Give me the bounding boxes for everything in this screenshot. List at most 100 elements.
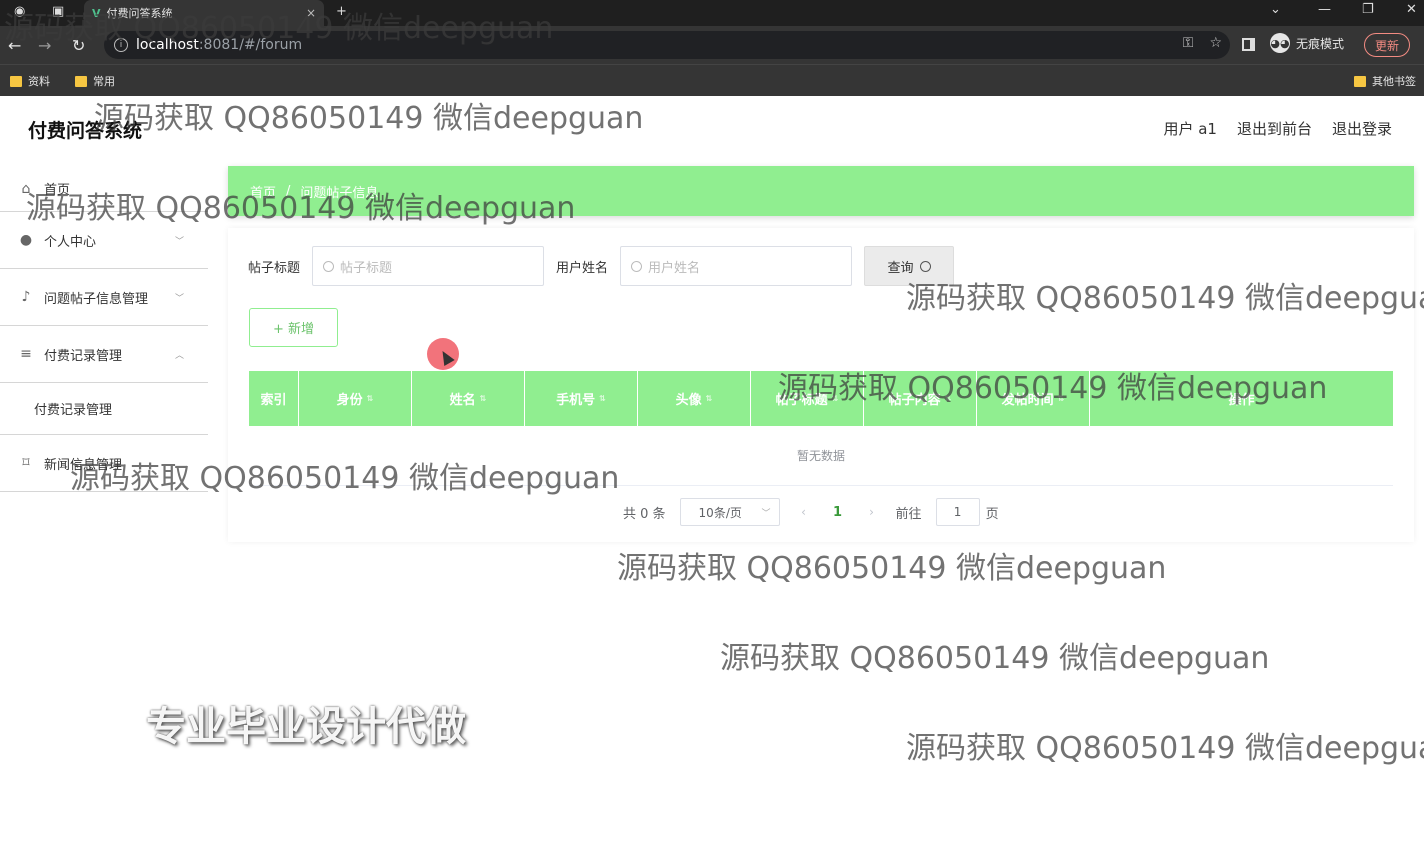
column-header-post-title[interactable]: 帖子标题 ⇅ [751, 371, 864, 426]
logout-link[interactable]: 退出登录 [1332, 118, 1392, 139]
side-panel-icon[interactable] [1242, 38, 1255, 51]
crop-icon: ⌑ [22, 455, 30, 471]
sort-icon[interactable]: ⇅ [706, 394, 713, 403]
chevron-down-icon: ﹀ [174, 294, 184, 304]
post-title-placeholder: 帖子标题 [340, 260, 393, 276]
total-count: 共 0 条 [623, 506, 666, 522]
key-icon[interactable]: ⚿ [1183, 35, 1194, 51]
post-title-input[interactable]: 帖子标题 [312, 246, 545, 286]
folder-icon [1354, 75, 1366, 87]
sidebar-item-label: 首页 [44, 183, 71, 198]
folder-icon [10, 75, 22, 87]
new-tab-icon[interactable]: + [336, 4, 347, 19]
other-bookmarks[interactable]: 其他书签 [1354, 73, 1416, 89]
empty-state: 暂无数据 [249, 426, 1393, 486]
column-header-role[interactable]: 身份 ⇅ [299, 371, 412, 426]
app-title: 付费问答系统 [28, 120, 143, 142]
column-header-post-content[interactable]: 帖子内容 ⇅ [864, 371, 977, 426]
breadcrumb-home[interactable]: 首页 [250, 182, 276, 201]
column-header-avatar[interactable]: 头像 ⇅ [638, 371, 751, 426]
tab-search-icon[interactable]: ⌄ [1270, 2, 1281, 17]
sidebar-item-profile[interactable]: ● 个人中心 ﹀ [0, 212, 208, 269]
folder-icon [75, 75, 87, 87]
bookmarks-bar: 资料 常用 其他书签 [0, 64, 1424, 96]
vue-icon: V [92, 6, 101, 20]
sidebar-item-home[interactable]: ⌂ 首页 [0, 166, 208, 212]
column-header-phone[interactable]: 手机号 ⇅ [525, 371, 638, 426]
sliders-icon: ≡ [20, 346, 32, 362]
sidebar-item-label: 个人中心 [44, 234, 97, 250]
sort-icon[interactable]: ⇅ [945, 394, 952, 403]
search-icon [323, 260, 335, 272]
goto-page-input[interactable]: 1 [935, 498, 980, 526]
chevron-down-icon: ﹀ [761, 509, 771, 519]
breadcrumb-separator: / [286, 183, 291, 199]
chrome-icon: ◉ [14, 4, 26, 19]
sidebar-item-label: 新闻信息管理 [44, 457, 123, 473]
page-size-value: 10条/页 [698, 505, 742, 520]
sidebar-item-payments[interactable]: ≡ 付费记录管理 ︿ [0, 326, 208, 383]
post-title-label: 帖子标题 [248, 260, 301, 276]
forward-icon[interactable]: → [38, 36, 51, 55]
browser-toolbar: ← → ↻ i localhost :8081/#/forum ⚿ ☆ [0, 26, 1424, 64]
browser-tab[interactable]: V 付费问答系统 × [84, 0, 324, 26]
back-icon[interactable]: ← [8, 36, 21, 55]
address-bar[interactable]: i localhost :8081/#/forum ⚿ ☆ [104, 31, 1230, 59]
sidebar-item-posts[interactable]: ♪ 问题帖子信息管理 ﹀ [0, 269, 208, 326]
incognito-indicator[interactable]: ◕◕ 无痕模式 [1270, 33, 1344, 53]
query-button[interactable]: 查询 [864, 246, 955, 286]
promo-watermark: 专业毕业设计代做 [146, 704, 466, 750]
add-button[interactable]: + 新增 [249, 308, 338, 347]
breadcrumb: 首页 / 问题帖子信息 [228, 166, 1414, 216]
update-button[interactable]: 更新 [1364, 33, 1411, 57]
sort-icon[interactable]: ⇅ [599, 394, 606, 403]
home-icon: ⌂ [21, 180, 31, 197]
sidebar-item-news[interactable]: ⌑ 新闻信息管理 [0, 435, 208, 492]
browser-tabbar: ◉ ▣ V 付费问答系统 × + ⌄ — ❐ ✕ [0, 0, 1424, 26]
current-user: 用户 a1 [1163, 120, 1217, 138]
tab-title: 付费问答系统 [106, 7, 173, 20]
sidebar-subitem-label: 付费记录管理 [34, 403, 113, 418]
bookmark-star-icon[interactable]: ☆ [1209, 35, 1222, 51]
data-table: 索引 身份 ⇅ 姓名 ⇅ 手机号 ⇅ 头像 ⇅ 帖子标题 ⇅ 帖子内容 ⇅ 发帖时间 ⇅ 操作… [249, 371, 1393, 486]
content-panel: 帖子标题 帖子标题 用户姓名 用户姓名 查询 + 新增 索引 身份 ⇅ 姓名 ⇅… [228, 228, 1414, 542]
sort-icon[interactable]: ⇅ [367, 394, 374, 403]
breadcrumb-current: 问题帖子信息 [300, 185, 379, 201]
chevron-up-icon: ︿ [174, 351, 184, 361]
top-nav: 用户 a1 退出到前台 退出登录 [1163, 118, 1392, 139]
sidebar-subitem-payments[interactable]: 付费记录管理 [0, 383, 208, 435]
bookmark-folder[interactable]: 常用 [75, 73, 115, 89]
page-unit-label: 页 [985, 506, 999, 522]
incognito-icon: ◕◕ [1270, 33, 1290, 53]
goto-label: 前往 [895, 506, 922, 522]
window-close-icon[interactable]: ✕ [1406, 2, 1417, 17]
next-page-icon[interactable]: › [862, 505, 882, 519]
mic-icon: ♪ [21, 289, 31, 305]
column-header-name[interactable]: 姓名 ⇅ [412, 371, 525, 426]
chevron-down-icon: ﹀ [174, 237, 184, 247]
back-to-front-link[interactable]: 退出到前台 [1237, 118, 1312, 139]
query-label: 查询 [887, 260, 914, 276]
tab-close-icon[interactable]: × [306, 6, 316, 20]
prev-page-icon[interactable]: ‹ [794, 505, 814, 519]
user-icon: ● [19, 232, 33, 248]
search-form: 帖子标题 帖子标题 用户姓名 用户姓名 查询 [248, 246, 955, 286]
sidebar-item-label: 问题帖子信息管理 [44, 291, 149, 307]
minimize-icon[interactable]: — [1318, 2, 1331, 17]
page-size-select[interactable]: 10条/页 ﹀ [679, 498, 780, 526]
pagination: 共 0 条 10条/页 ﹀ ‹ 1 › 前往 1 页 [623, 498, 999, 526]
sort-icon[interactable]: ⇅ [832, 394, 839, 403]
user-name-label: 用户姓名 [556, 260, 609, 276]
reload-icon[interactable]: ↻ [72, 36, 85, 55]
restore-icon[interactable]: ❐ [1362, 2, 1374, 17]
tab-strip-icon[interactable]: ▣ [52, 4, 64, 19]
user-name-input[interactable]: 用户姓名 [620, 246, 853, 286]
site-info-icon[interactable]: i [114, 38, 128, 52]
sort-icon[interactable]: ⇅ [1058, 394, 1065, 403]
sort-icon[interactable]: ⇅ [480, 394, 487, 403]
column-header-post-time[interactable]: 发帖时间 ⇅ [977, 371, 1090, 426]
page-number[interactable]: 1 [828, 505, 848, 520]
sidebar: ⌂ 首页 ● 个人中心 ﹀ ♪ 问题帖子信息管理 ﹀ ≡ 付费记录管理 ︿ 付费… [0, 166, 208, 492]
bookmark-folder[interactable]: 资料 [10, 73, 50, 89]
url-host: localhost [136, 37, 199, 53]
